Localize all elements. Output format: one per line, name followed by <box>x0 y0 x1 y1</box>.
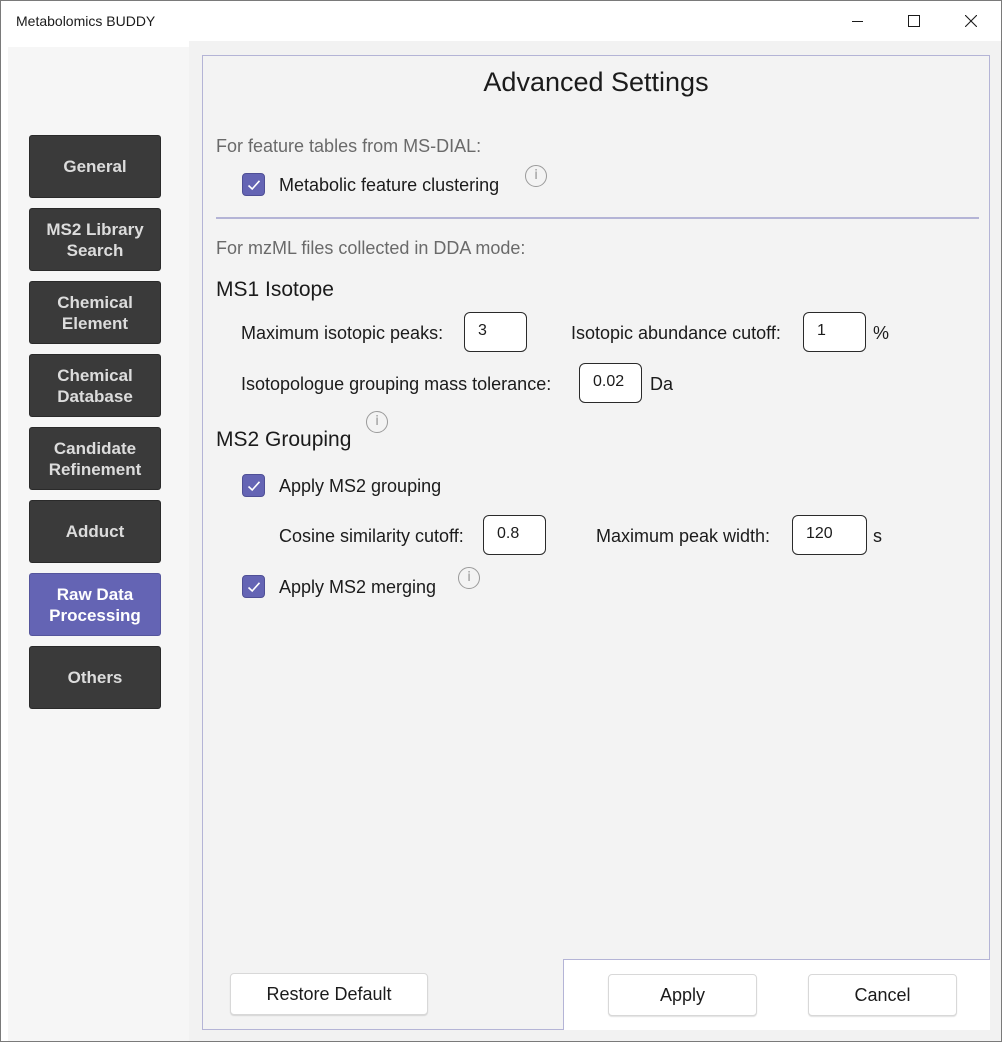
sidebar: General MS2 Library Search Chemical Elem… <box>8 47 189 1041</box>
info-icon[interactable]: i <box>366 411 388 433</box>
peak-width-unit: s <box>873 526 882 546</box>
sidebar-item-candidate-refinement[interactable]: Candidate Refinement <box>30 428 160 489</box>
checkmark-icon <box>247 581 260 592</box>
max-isotopic-peaks-input[interactable]: 3 <box>464 312 527 352</box>
sidebar-item-raw-data-processing[interactable]: Raw Data Processing <box>30 574 160 635</box>
info-icon[interactable]: i <box>458 567 480 589</box>
mass-tolerance-label: Isotopologue grouping mass tolerance: <box>241 374 552 394</box>
checkmark-icon <box>247 179 260 190</box>
sidebar-item-chemical-element[interactable]: Chemical Element <box>30 282 160 343</box>
sidebar-item-general[interactable]: General <box>30 136 160 197</box>
maximize-icon <box>908 15 920 27</box>
section-divider <box>216 217 979 219</box>
close-button[interactable] <box>948 1 994 41</box>
minimize-button[interactable] <box>835 1 881 41</box>
apply-ms2-grouping-checkbox[interactable] <box>242 474 265 497</box>
ms2-grouping-title: MS2 Grouping <box>216 428 352 451</box>
max-isotopic-peaks-label: Maximum isotopic peaks: <box>241 323 444 343</box>
dialog-actions: Apply Cancel <box>563 959 990 1030</box>
isotopic-abundance-cutoff-input[interactable]: 1 <box>803 312 866 352</box>
sidebar-item-others[interactable]: Others <box>30 647 160 708</box>
sidebar-item-ms2-library-search[interactable]: MS2 Library Search <box>30 209 160 270</box>
cancel-button[interactable]: Cancel <box>808 974 957 1016</box>
isotopic-abundance-cutoff-label: Isotopic abundance cutoff: <box>571 323 781 343</box>
cosine-similarity-label: Cosine similarity cutoff: <box>279 526 464 546</box>
mass-tolerance-input[interactable]: 0.02 <box>579 363 642 403</box>
max-peak-width-input[interactable]: 120 <box>792 515 867 555</box>
apply-ms2-merging-label: Apply MS2 merging <box>279 577 437 597</box>
cosine-similarity-input[interactable]: 0.8 <box>483 515 546 555</box>
app-window: Metabolomics BUDDY General MS2 Library S… <box>0 0 1002 1042</box>
apply-ms2-grouping-label: Apply MS2 grouping <box>279 476 442 496</box>
feature-clustering-checkbox[interactable] <box>242 173 265 196</box>
apply-ms2-merging-checkbox[interactable] <box>242 575 265 598</box>
sidebar-item-adduct[interactable]: Adduct <box>30 501 160 562</box>
close-icon <box>965 15 977 27</box>
apply-button[interactable]: Apply <box>608 974 757 1016</box>
feature-clustering-label: Metabolic feature clustering <box>279 175 500 195</box>
page-title: Advanced Settings <box>483 67 709 97</box>
ms1-isotope-title: MS1 Isotope <box>216 278 334 301</box>
mass-tolerance-unit: Da <box>650 374 674 394</box>
sidebar-item-chemical-database[interactable]: Chemical Database <box>30 355 160 416</box>
window-title: Metabolomics BUDDY <box>16 13 156 29</box>
maximize-button[interactable] <box>891 1 937 41</box>
dda-note: For mzML files collected in DDA mode: <box>216 238 526 258</box>
info-icon[interactable]: i <box>525 165 547 187</box>
minimize-icon <box>852 21 863 22</box>
max-peak-width-label: Maximum peak width: <box>596 526 771 546</box>
abundance-unit: % <box>873 323 890 343</box>
title-bar: Metabolomics BUDDY <box>1 1 1001 41</box>
settings-panel: Advanced Settings For feature tables fro… <box>202 55 990 1030</box>
msdial-note: For feature tables from MS-DIAL: <box>216 136 482 156</box>
restore-default-button[interactable]: Restore Default <box>230 973 428 1015</box>
checkmark-icon <box>247 480 260 491</box>
